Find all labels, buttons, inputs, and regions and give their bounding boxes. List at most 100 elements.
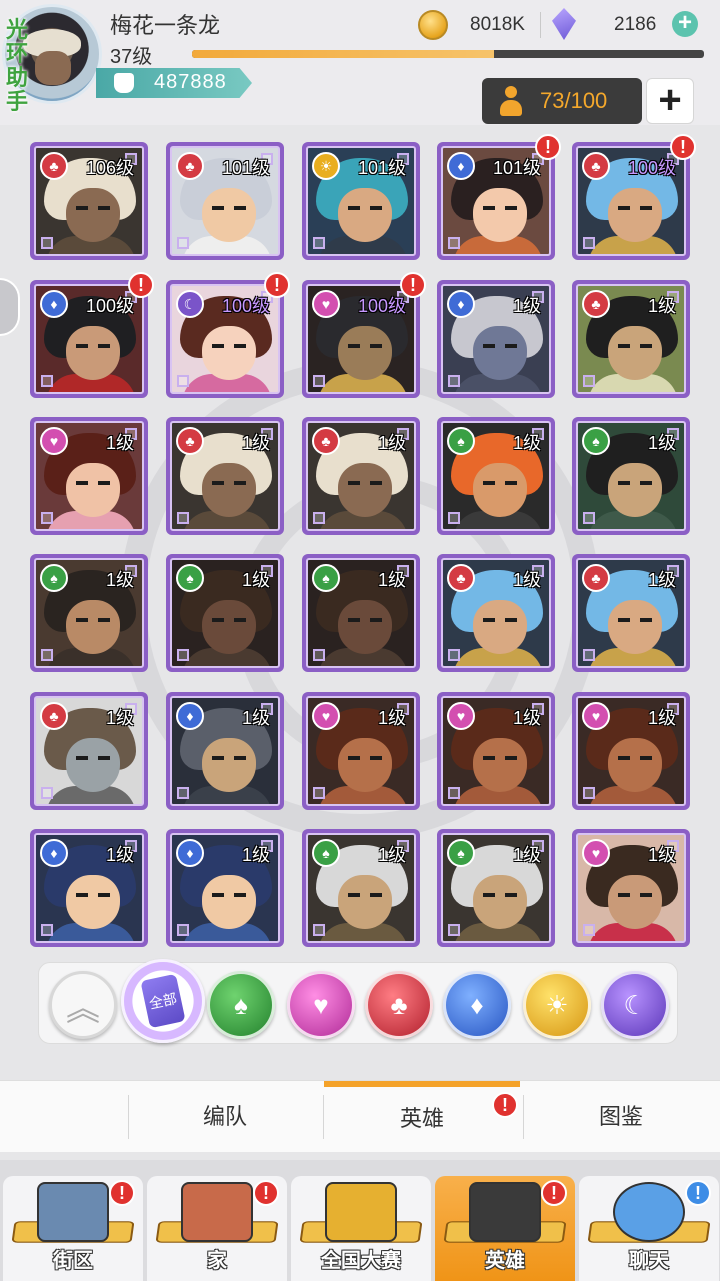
filter-red-button[interactable]: ♣ [365,971,433,1039]
hero-level: 101级 [357,158,406,178]
club-icon: ♣ [176,427,204,455]
house-icon [181,1182,253,1242]
nav-alert-badge: ! [685,1180,711,1206]
expand-roster-button[interactable]: + [646,78,694,124]
hero-portrait: ♣ 1级 [170,421,280,531]
hero-portrait: ♥ 1级 [576,833,686,943]
hero-portrait: ♣ 1级 [34,696,144,806]
heart-icon: ♥ [447,702,475,730]
hero-portrait: ♥ 1级 [576,696,686,806]
hero-card[interactable]: ♣ 1级 [437,554,555,672]
chat-bubble-icon [613,1182,685,1242]
spade-icon: ♠ [447,839,475,867]
filter-all-button[interactable]: 全部 [121,959,205,1043]
hero-level: 1级 [512,708,541,728]
hero-portrait: ♣ 1级 [576,558,686,668]
hero-card[interactable]: ☾ 100级! [166,272,290,398]
hero-card[interactable]: ♠ 1级 [437,829,555,947]
tab-heroes[interactable]: 英雄 [324,1081,520,1153]
hero-card[interactable]: ♠ 1级 [166,554,284,672]
hero-card[interactable]: ♣ 1级 [166,417,284,535]
hero-level: 1级 [647,570,676,590]
nav-chat-bubble[interactable]: 聊天! [579,1176,719,1281]
hero-card[interactable]: ♥ 1级 [572,692,690,810]
hero-card[interactable]: ♣ 1级 [30,692,148,810]
nav-alert-badge: ! [541,1180,567,1206]
hero-level: 100级 [221,296,270,316]
club-icon: ♣ [582,290,610,318]
filter-purple-button[interactable]: ☾ [601,971,669,1039]
hero-card[interactable]: ♦ 1级 [30,829,148,947]
hero-card[interactable]: ♦ 1级 [166,692,284,810]
heart-icon: ♥ [40,427,68,455]
filter-collapse-button[interactable]: ︽ [49,971,117,1039]
hero-card[interactable]: ♦ 100级! [30,272,154,398]
hero-portrait: ♠ 1级 [170,558,280,668]
side-drawer-handle[interactable] [0,278,20,336]
hero-card[interactable]: ☀ 101级 [302,142,420,260]
hero-portrait: ♠ 1级 [34,558,144,668]
hero-alert-badge: ! [128,272,154,298]
hero-card[interactable]: ♣ 1级 [572,554,690,672]
hero-card[interactable]: ♣ 100级! [572,134,696,260]
hero-card[interactable]: ♥ 1级 [302,692,420,810]
hero-portrait: ♠ 1级 [306,558,416,668]
filter-blue-button[interactable]: ♦ [443,971,511,1039]
heart-icon: ♥ [582,839,610,867]
nav-hero-cards[interactable]: 英雄! [435,1176,575,1281]
nav-trophy[interactable]: 全国大赛 [291,1176,431,1281]
hero-level: 101级 [221,158,270,178]
hero-level: 100级 [627,158,676,178]
player-level: 37级 [110,46,153,68]
nav-label: 家 [207,1250,227,1272]
moon-icon: ☾ [176,290,204,318]
filter-sun-button[interactable]: ☀ [523,971,591,1039]
tab-formation[interactable]: 编队 [127,1081,323,1153]
add-currency-button[interactable]: + [672,11,698,37]
hero-portrait: ♦ 101级 [441,146,551,256]
hero-card[interactable]: ♣ 1级 [302,417,420,535]
gem-icon [552,8,576,40]
hero-card[interactable]: ♣ 106级 [30,142,148,260]
nav-house[interactable]: 家! [147,1176,287,1281]
hero-card[interactable]: ♥ 1级 [572,829,690,947]
hero-card[interactable]: ♠ 1级 [437,417,555,535]
heart-icon: ♥ [312,290,340,318]
hero-level: 1级 [512,570,541,590]
hero-card[interactable]: ♠ 1级 [302,829,420,947]
diamond-icon: ♦ [40,839,68,867]
hero-level: 1级 [377,708,406,728]
hero-card[interactable]: ♣ 101级 [166,142,284,260]
hero-card[interactable]: ♥ 1级 [30,417,148,535]
filter-pink-button[interactable]: ♥ [287,971,355,1039]
hero-card[interactable]: ♦ 1级 [166,829,284,947]
hero-level: 1级 [647,845,676,865]
hero-level: 1级 [241,433,270,453]
hero-level: 1级 [377,433,406,453]
nav-label: 英雄 [485,1250,525,1272]
tab-codex[interactable]: 图鉴 [523,1081,719,1153]
hero-portrait: ♦ 1级 [441,284,551,394]
hero-card[interactable]: ♦ 1级 [437,280,555,398]
hero-portrait: ♣ 1级 [306,421,416,531]
hero-card[interactable]: ♠ 1级 [572,417,690,535]
combat-power-value: 487888 [154,71,227,93]
hero-portrait: ♣ 101级 [170,146,280,256]
hero-level: 106级 [85,158,134,178]
filter-green-button[interactable]: ♠ [207,971,275,1039]
nav-alert-badge: ! [253,1180,279,1206]
heart-icon: ♥ [582,702,610,730]
hero-card[interactable]: ♠ 1级 [30,554,148,672]
nav-label: 全国大赛 [321,1250,401,1272]
hero-card[interactable]: ♠ 1级 [302,554,420,672]
moon-icon: ☾ [623,989,647,1020]
hero-card[interactable]: ♥ 1级 [437,692,555,810]
hero-card[interactable]: ♣ 1级 [572,280,690,398]
diamond-icon: ♦ [176,702,204,730]
hero-level: 1级 [105,708,134,728]
hero-card[interactable]: ♥ 100级! [302,272,426,398]
hero-portrait: ♥ 1级 [441,696,551,806]
nav-signpost[interactable]: 街区! [3,1176,143,1281]
hero-card[interactable]: ♦ 101级! [437,134,561,260]
person-icon [500,86,522,116]
